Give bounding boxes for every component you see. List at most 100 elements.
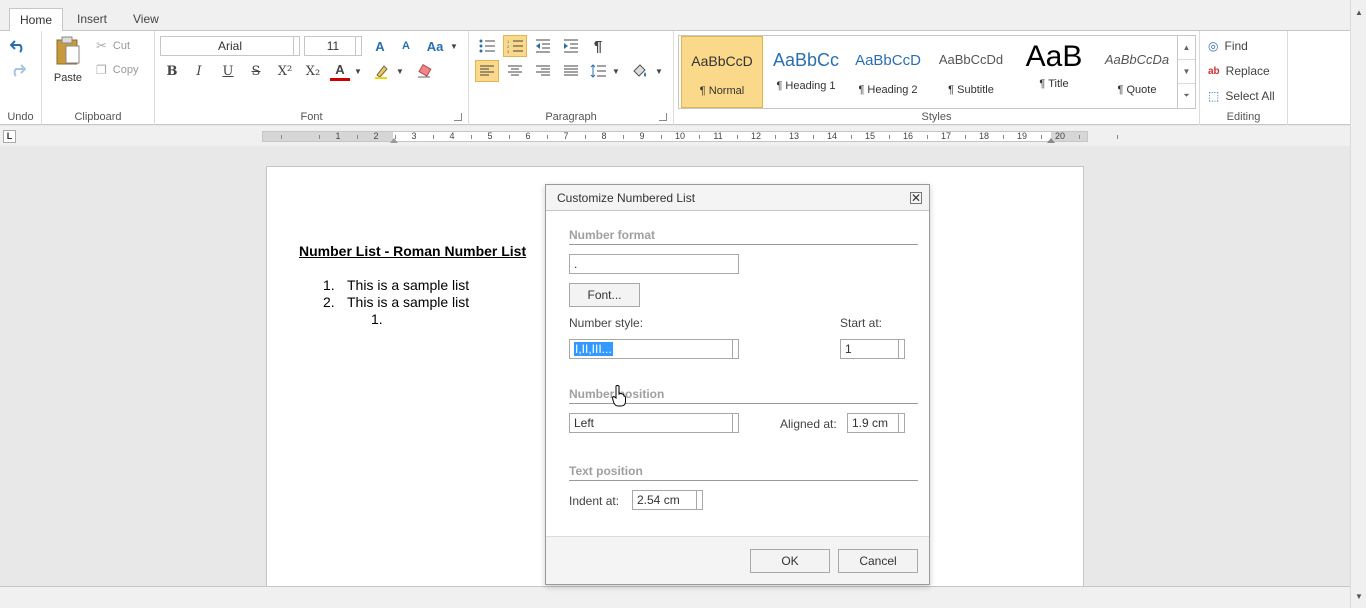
style-name: ¶ Title: [1039, 78, 1069, 90]
line-spacing-dropdown-icon[interactable]: ▼: [611, 60, 621, 82]
select-all-icon: ⬚: [1208, 89, 1220, 103]
number-format-input[interactable]: .: [569, 254, 739, 274]
styles-group-label: Styles: [921, 111, 952, 123]
line-spacing-icon[interactable]: [587, 60, 609, 82]
style-name: ¶ Heading 1: [776, 80, 836, 92]
scroll-down-icon[interactable]: ▼: [1351, 588, 1366, 604]
tab-insert[interactable]: Insert: [67, 8, 117, 31]
clear-formatting-icon[interactable]: [414, 61, 434, 81]
scroll-up-icon[interactable]: ▲: [1351, 4, 1366, 20]
redo-icon[interactable]: [8, 61, 28, 79]
ribbon-tab-bar: Home Insert View: [0, 0, 1350, 32]
hand-cursor-icon: [612, 385, 626, 407]
number-format-section-title: Number format: [569, 228, 656, 242]
bullet-list-icon[interactable]: [475, 35, 499, 57]
highlight-icon[interactable]: [372, 61, 392, 81]
increase-indent-icon[interactable]: [559, 35, 583, 57]
right-indent-marker[interactable]: [1047, 138, 1055, 143]
bold-button[interactable]: B: [162, 61, 182, 81]
undo-group: Undo: [0, 31, 42, 125]
copy-button[interactable]: ❐ Copy: [96, 61, 150, 79]
ruler-number: 20: [1054, 131, 1065, 141]
font-family-select[interactable]: Arial: [160, 36, 300, 56]
shading-dropdown-icon[interactable]: ▼: [654, 60, 664, 82]
superscript-button[interactable]: X²: [274, 61, 296, 81]
shrink-font-button[interactable]: A: [395, 37, 417, 55]
style-sample: AaB: [1025, 40, 1083, 73]
vertical-scrollbar[interactable]: ▲ ▼: [1350, 0, 1366, 608]
select-all-button[interactable]: ⬚ Select All: [1208, 87, 1288, 105]
style-sample: AaBbCcDa: [1104, 52, 1170, 67]
style-sample: AaBbCc: [772, 50, 840, 70]
start-at-value: 1: [845, 342, 852, 356]
undo-group-label: Undo: [7, 111, 34, 123]
show-formatting-marks-icon[interactable]: ¶: [587, 35, 609, 57]
list-item-marker: 1.: [371, 311, 383, 327]
paste-button[interactable]: Paste: [50, 35, 86, 85]
clipboard-group-label: Clipboard: [74, 111, 122, 123]
grow-font-button[interactable]: A: [369, 37, 391, 55]
list-item-marker: 1.: [323, 277, 335, 293]
gallery-down-icon[interactable]: ▼: [1178, 60, 1195, 84]
style-heading-1[interactable]: AaBbCc ¶ Heading 1: [765, 36, 847, 108]
cancel-button[interactable]: Cancel: [838, 549, 918, 573]
tab-view[interactable]: View: [123, 8, 169, 31]
ruler-tick: [281, 135, 282, 139]
style-subtitle[interactable]: AaBbCcDd ¶ Subtitle: [930, 36, 1012, 108]
subscript-button[interactable]: X₂: [302, 61, 324, 81]
number-style-label: Number style:: [569, 316, 644, 330]
dialog-header: Customize Numbered List ✕: [546, 185, 929, 211]
ruler-tick: [547, 135, 548, 139]
start-at-input[interactable]: 1: [840, 339, 905, 359]
font-color-button[interactable]: A: [330, 61, 350, 81]
ruler-number: 16: [902, 131, 913, 141]
change-case-dropdown-icon[interactable]: ▼: [449, 37, 459, 55]
aligned-at-value: 1.9 cm: [852, 416, 889, 430]
horizontal-ruler[interactable]: 1 2 3 4 5 6 7 8 9 10 11 12 13 14 15 16 17 18 19 20: [262, 131, 1118, 142]
font-size-select[interactable]: 11: [304, 36, 362, 56]
numbered-list-icon[interactable]: 123: [503, 35, 527, 57]
find-button[interactable]: ◎ Find: [1208, 37, 1284, 55]
replace-button[interactable]: ab Replace: [1208, 62, 1286, 80]
change-case-button[interactable]: Aa: [423, 37, 447, 55]
gallery-more-icon[interactable]: ⏷: [1178, 84, 1195, 108]
number-alignment-select[interactable]: Left: [569, 413, 739, 433]
ruler-tick: [357, 135, 358, 139]
style-quote[interactable]: AaBbCcDa ¶ Quote: [1096, 36, 1178, 108]
indent-at-input[interactable]: 2.54 cm: [632, 490, 703, 510]
status-bar: [0, 586, 1350, 608]
ok-button[interactable]: OK: [750, 549, 830, 573]
dialog-title: Customize Numbered List: [557, 191, 696, 205]
italic-button[interactable]: I: [189, 61, 209, 81]
font-family-value: Arial: [217, 39, 242, 53]
align-center-icon[interactable]: [503, 60, 527, 82]
ruler-tick: [585, 135, 586, 139]
ruler-number: 9: [639, 131, 645, 141]
justify-icon[interactable]: [559, 60, 583, 82]
number-style-select[interactable]: I,II,III...: [569, 339, 739, 359]
document-heading: Number List - Roman Number List: [299, 243, 527, 259]
ruler-number: 18: [978, 131, 989, 141]
style-normal[interactable]: AaBbCcD ¶ Normal: [681, 36, 763, 108]
ruler-number: 11: [713, 131, 723, 141]
left-indent-marker[interactable]: [390, 138, 398, 143]
font-button[interactable]: Font...: [569, 283, 640, 307]
decrease-indent-icon[interactable]: [531, 35, 555, 57]
style-heading-2[interactable]: AaBbCcD ¶ Heading 2: [847, 36, 929, 108]
font-color-dropdown-icon[interactable]: ▼: [353, 61, 363, 81]
style-name: ¶ Heading 2: [858, 84, 918, 96]
shading-icon[interactable]: [629, 60, 651, 82]
align-right-icon[interactable]: [531, 60, 555, 82]
style-title[interactable]: AaB ¶ Title: [1013, 36, 1095, 108]
tab-home[interactable]: Home: [9, 8, 64, 32]
cut-button[interactable]: ✂ Cut: [96, 37, 146, 55]
tab-stop-selector[interactable]: L: [3, 130, 16, 143]
close-icon[interactable]: ✕: [910, 192, 922, 204]
gallery-up-icon[interactable]: ▲: [1178, 36, 1195, 60]
strikethrough-button[interactable]: S: [246, 61, 266, 81]
highlight-dropdown-icon[interactable]: ▼: [395, 61, 405, 81]
underline-button[interactable]: U: [218, 61, 238, 81]
align-left-icon[interactable]: [475, 60, 499, 82]
aligned-at-input[interactable]: 1.9 cm: [847, 413, 905, 433]
undo-icon[interactable]: [8, 37, 28, 55]
